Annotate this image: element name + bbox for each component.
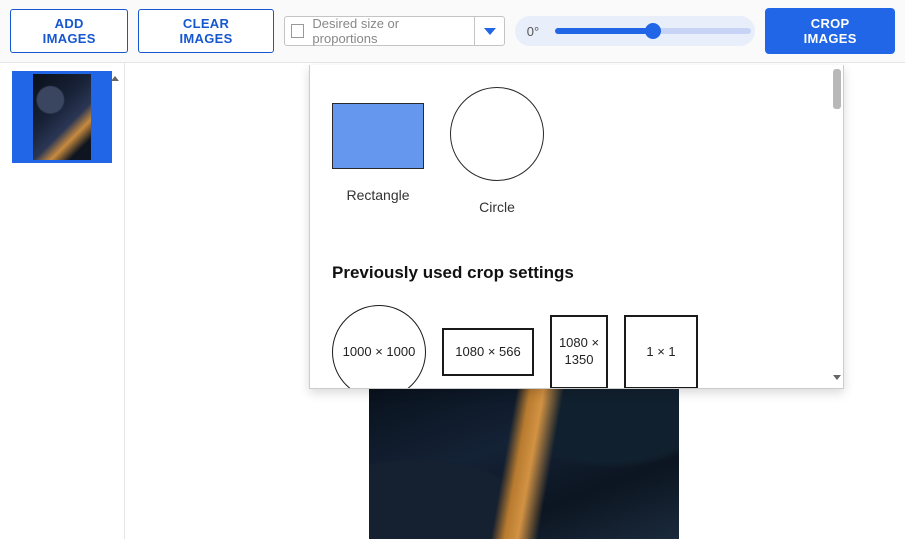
panel-scrollbar[interactable] [833, 69, 841, 378]
size-dropdown[interactable]: Desired size or proportions [284, 16, 505, 46]
rotation-slider-container: 0° [515, 16, 756, 46]
preset-1080x566[interactable]: 1080 × 566 [442, 328, 534, 376]
size-dropdown-display: Desired size or proportions [285, 17, 475, 45]
toolbar: ADD IMAGES CLEAR IMAGES Desired size or … [0, 0, 905, 63]
size-dropdown-panel: Rectangle Circle Previously used crop se… [309, 65, 844, 389]
crop-preview-image[interactable] [369, 389, 679, 539]
chevron-down-icon [484, 28, 496, 35]
circle-icon [450, 87, 544, 181]
content-area: Rectangle Circle Previously used crop se… [0, 63, 905, 539]
shape-option-rectangle[interactable]: Rectangle [332, 103, 424, 215]
clear-images-button[interactable]: CLEAR IMAGES [138, 9, 273, 53]
image-thumbnail-content [33, 74, 91, 160]
crop-canvas-area: Rectangle Circle Previously used crop se… [125, 63, 905, 539]
presets-row: 1000 × 1000 1080 × 566 1080 × 1350 1 × 1 [332, 305, 821, 389]
preset-1080x1350[interactable]: 1080 × 1350 [550, 315, 608, 389]
rotation-value: 0° [527, 24, 549, 39]
rectangle-label: Rectangle [346, 187, 409, 203]
crop-images-button[interactable]: CROP IMAGES [765, 8, 895, 54]
shapes-row: Rectangle Circle [332, 87, 821, 215]
rectangle-icon [332, 103, 424, 169]
size-dropdown-toggle[interactable] [474, 17, 503, 45]
preset-1x1[interactable]: 1 × 1 [624, 315, 698, 389]
shape-option-circle[interactable]: Circle [450, 87, 544, 215]
lock-proportions-checkbox[interactable] [291, 24, 305, 38]
add-images-button[interactable]: ADD IMAGES [10, 9, 128, 53]
rotation-slider[interactable] [555, 28, 752, 34]
scroll-up-icon[interactable] [110, 73, 120, 83]
presets-section-title: Previously used crop settings [332, 263, 821, 283]
circle-label: Circle [479, 199, 515, 215]
size-dropdown-placeholder: Desired size or proportions [312, 16, 464, 46]
image-thumbnail[interactable] [12, 71, 112, 163]
preset-1000x1000[interactable]: 1000 × 1000 [332, 305, 426, 389]
rotation-slider-thumb[interactable] [645, 23, 661, 39]
image-sidebar [0, 63, 125, 539]
